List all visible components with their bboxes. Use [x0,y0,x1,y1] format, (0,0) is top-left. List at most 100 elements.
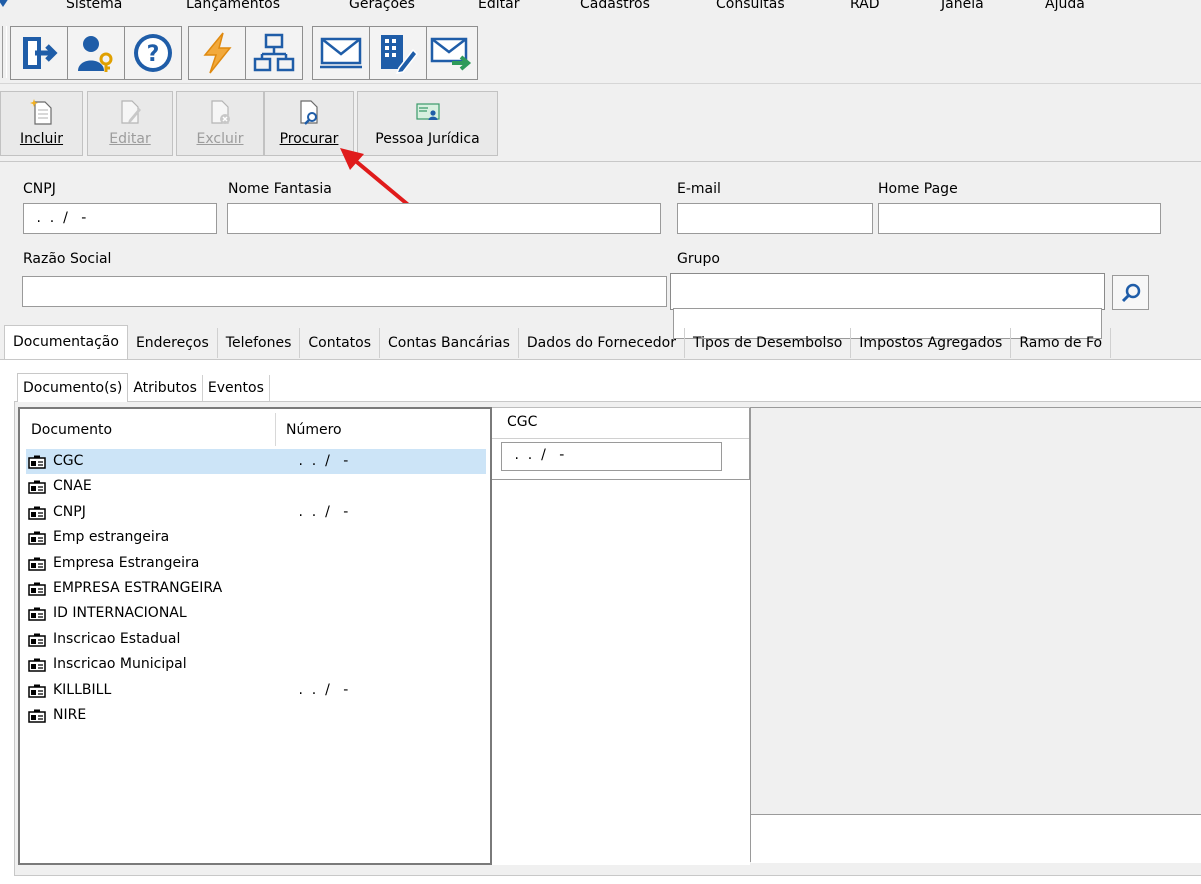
incluir-button[interactable]: Incluir [0,91,83,156]
icon-toolbar: ? [0,20,1201,84]
document-type-icon [28,709,46,723]
menu-lancamentos[interactable]: Lançamentos [186,0,280,12]
menu-geracoes[interactable]: Gerações [349,0,415,12]
col-divider [275,413,276,446]
cnpj-label: CNPJ [23,181,56,197]
svg-text:?: ? [147,42,160,67]
menu-rad[interactable]: RAD [850,0,880,12]
tab-tipos-desembolso[interactable]: Tipos de Desembolso [685,328,852,358]
document-row[interactable]: Inscricao Estadual [26,627,486,652]
document-name: CGC [53,453,84,469]
search-document-icon [300,100,318,125]
document-type-icon [28,658,46,672]
search-icon [1121,283,1140,302]
document-row[interactable]: Emp estrangeira [26,525,486,550]
email-label: E-mail [677,181,721,197]
document-name: Empresa Estrangeira [53,554,200,571]
excluir-label: Excluir [196,131,244,147]
help-question-icon: ? [134,34,172,72]
document-type-icon [28,684,46,698]
tab-enderecos[interactable]: Endereços [128,328,218,358]
document-list[interactable]: Documento Número CGC . . / - CNAE CNPJ . .… [18,407,492,865]
tab-documentacao[interactable]: Documentação [4,325,128,359]
col-documento-header[interactable]: Documento [31,422,112,438]
document-row[interactable]: EMPRESA ESTRANGEIRA [26,576,486,601]
document-name: CNPJ [53,503,86,520]
menu-consultas[interactable]: Consultas [716,0,785,12]
tab-telefones[interactable]: Telefones [218,328,301,358]
document-type-icon [28,633,46,647]
help-button[interactable]: ? [124,26,182,80]
tab-ramo[interactable]: Ramo de Fo [1011,328,1112,358]
lightning-icon [203,32,232,74]
delete-document-icon [211,100,230,124]
new-document-icon [29,99,52,125]
document-row[interactable]: CNPJ . . / - [26,500,486,525]
editar-button[interactable]: Editar [87,91,173,156]
document-type-icon [28,607,46,622]
detail-cgc-input[interactable]: . . / - [501,442,722,471]
excluir-button[interactable]: Excluir [176,91,264,156]
document-name: Inscricao Municipal [53,656,187,673]
exit-button[interactable] [10,26,68,80]
razao-social-input[interactable] [22,276,667,307]
mail-forward-button[interactable] [426,26,478,80]
document-type-icon [28,582,46,596]
main-tabs: Documentação Endereços Telefones Contato… [4,325,1112,359]
document-type-icon [28,531,46,545]
tab-impostos-agregados[interactable]: Impostos Agregados [851,328,1012,358]
document-row[interactable]: CNAE [26,474,486,499]
mail-forward-icon [430,37,472,71]
right-panel-footer [751,815,1201,863]
envelope-icon [320,37,362,69]
exit-door-icon [23,37,58,69]
action-toolbar: Incluir Editar Excluir Procurar Pessoa J… [0,88,1201,162]
nome-fantasia-label: Nome Fantasia [228,181,332,197]
document-type-icon [28,455,46,469]
cnpj-input[interactable]: . . / - [23,203,217,234]
subtab-atributos[interactable]: Atributos [128,375,203,401]
user-key-button[interactable] [67,26,125,80]
detail-label: CGC [507,414,538,430]
document-name: EMPRESA ESTRANGEIRA [53,580,223,596]
menu-editar[interactable]: Editar [478,0,519,12]
hierarchy-button[interactable] [245,26,303,80]
incluir-label: Incluir [19,131,64,147]
document-row[interactable]: KILLBILL . . / - [26,678,486,703]
editar-label: Editar [109,131,151,147]
menu-ajuda[interactable]: Ajuda [1045,0,1085,12]
menu-cadastros[interactable]: Cadastros [580,0,650,12]
document-name: Emp estrangeira [53,529,170,546]
grupo-field [670,273,1105,339]
menu-janela[interactable]: Janela [941,0,984,12]
mail-button[interactable] [312,26,370,80]
document-name: KILLBILL [53,681,112,698]
email-input[interactable] [677,203,873,234]
col-numero-header[interactable]: Número [286,422,342,438]
id-card-icon [415,103,440,120]
document-type-icon [28,480,46,495]
home-page-label: Home Page [878,181,958,197]
document-row[interactable]: NIRE [26,703,486,728]
menu-bar: Sistema Lançamentos Gerações Editar Cada… [0,0,1201,16]
home-page-input[interactable] [878,203,1161,234]
subtab-eventos[interactable]: Eventos [203,375,270,401]
subtab-documentos[interactable]: Documento(s) [17,373,129,402]
document-name: ID INTERNACIONAL [53,605,187,622]
document-row[interactable]: ID INTERNACIONAL [26,601,486,626]
document-row[interactable]: Inscricao Municipal [26,652,486,677]
document-row[interactable]: Empresa Estrangeira [26,551,486,576]
document-name: CNAE [53,478,92,495]
tab-contatos[interactable]: Contatos [300,328,381,358]
lightning-button[interactable] [188,26,246,80]
building-edit-button[interactable] [369,26,427,80]
grupo-search-button[interactable] [1112,275,1149,310]
menu-sistema[interactable]: Sistema [66,0,122,12]
nome-fantasia-input[interactable] [227,203,661,234]
razao-social-label: Razão Social [23,251,112,267]
tab-contas-bancarias[interactable]: Contas Bancárias [380,328,519,358]
detail-divider [492,438,750,439]
tab-dados-fornecedor[interactable]: Dados do Fornecedor [519,328,685,358]
document-row[interactable]: CGC . . / - [26,449,486,474]
sub-tabs: Documento(s) Atributos Eventos [17,373,270,402]
